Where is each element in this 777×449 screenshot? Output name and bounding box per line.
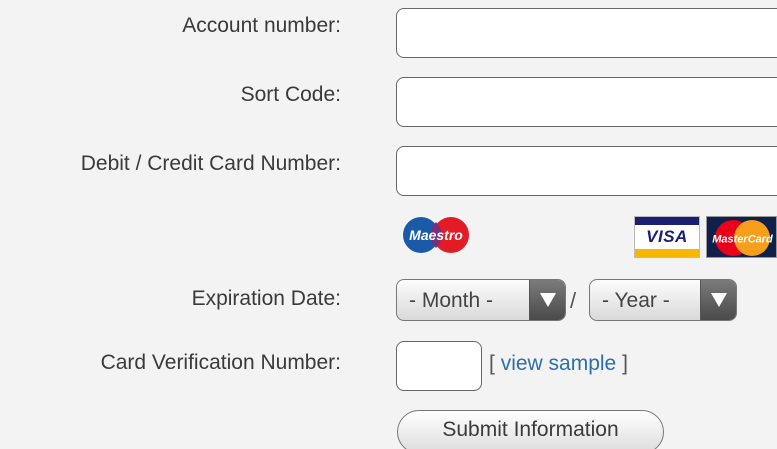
submit-button[interactable]: Submit Information: [397, 410, 664, 449]
card-number-input[interactable]: [396, 146, 777, 196]
visa-logo: VISA: [634, 216, 700, 258]
cvv-input[interactable]: [396, 341, 482, 391]
view-sample-wrapper: [ view sample ]: [489, 352, 628, 376]
year-select[interactable]: - Year -: [589, 279, 737, 321]
sort-code-label: Sort Code:: [240, 83, 341, 106]
date-separator: /: [570, 288, 577, 313]
chevron-down-icon[interactable]: [529, 280, 565, 320]
bracket-open: [: [489, 352, 495, 375]
year-select-value: - Year -: [602, 289, 670, 312]
maestro-logo: Maestro: [403, 217, 469, 253]
visa-logo-text: VISA: [646, 227, 688, 246]
account-number-label: Account number:: [182, 14, 341, 37]
bracket-close: ]: [622, 352, 628, 375]
expiration-date-label: Expiration Date:: [191, 287, 341, 310]
mastercard-logo: MasterCard: [706, 216, 777, 258]
month-select-value: - Month -: [409, 289, 494, 312]
card-logos: Maestro VISA MasterCard: [396, 214, 777, 258]
account-number-input[interactable]: [396, 8, 777, 58]
view-sample-link[interactable]: view sample: [501, 352, 617, 375]
mastercard-logo-text: MasterCard: [712, 234, 773, 246]
chevron-down-icon[interactable]: [700, 280, 736, 320]
sort-code-input[interactable]: [396, 77, 777, 127]
month-select[interactable]: - Month -: [396, 279, 566, 321]
cvv-label: Card Verification Number:: [100, 351, 341, 374]
maestro-logo-text: Maestro: [409, 227, 463, 243]
card-number-label: Debit / Credit Card Number:: [80, 152, 341, 175]
